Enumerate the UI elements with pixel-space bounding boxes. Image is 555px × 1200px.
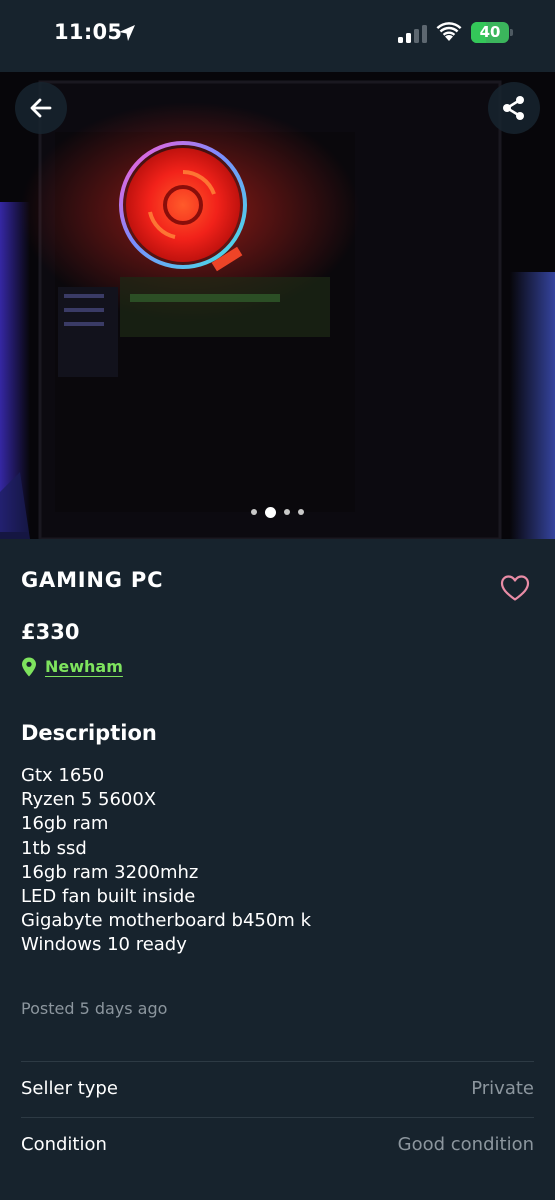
battery-cap (510, 29, 513, 36)
description-line: LED fan built inside (21, 886, 196, 908)
seller-type-label: Seller type (21, 1078, 118, 1099)
status-time: 11:05 (54, 20, 123, 44)
carousel-dot[interactable] (251, 509, 257, 515)
signal-icon (398, 25, 427, 43)
location-arrow-icon (119, 25, 135, 41)
description-line: 16gb ram (21, 813, 109, 835)
carousel-dot[interactable] (298, 509, 304, 515)
carousel-dots[interactable] (0, 506, 555, 518)
status-bar: 11:05 40 (0, 0, 555, 72)
condition-label: Condition (21, 1134, 107, 1155)
description-line: 16gb ram 3200mhz (21, 861, 199, 883)
description-heading: Description (21, 721, 157, 745)
battery-level: 40 (479, 23, 501, 41)
description-line: Windows 10 ready (21, 934, 187, 956)
description-text: Gtx 1650 Ryzen 5 5600X 16gb ram 1tb ssd … (21, 764, 311, 958)
share-icon (503, 96, 524, 120)
battery-body: 40 (471, 22, 509, 43)
seller-type-value: Private (471, 1078, 534, 1099)
carousel-dot[interactable] (284, 509, 290, 515)
seller-type-row: Seller type Private (21, 1078, 534, 1108)
battery-icon: 40 (471, 22, 513, 43)
location-link[interactable]: Newham (45, 657, 123, 676)
listing-title: GAMING PC (21, 568, 164, 592)
listing-photo (0, 72, 555, 539)
location-pin-icon (22, 657, 36, 677)
divider (21, 1061, 534, 1062)
description-line: Ryzen 5 5600X (21, 789, 157, 811)
description-line: Gigabyte motherboard b450m k (21, 910, 311, 932)
back-button[interactable] (15, 82, 67, 134)
description-line: Gtx 1650 (21, 765, 105, 786)
share-button[interactable] (488, 82, 540, 134)
condition-value: Good condition (397, 1134, 534, 1155)
carousel-dot[interactable] (265, 506, 276, 518)
favorite-heart-icon[interactable] (500, 574, 530, 602)
wifi-icon (436, 22, 462, 41)
divider (21, 1117, 534, 1118)
listing-price: £330 (21, 620, 80, 644)
posted-date: Posted 5 days ago (21, 999, 168, 1018)
condition-row: Condition Good condition (21, 1134, 534, 1164)
description-line: 1tb ssd (21, 837, 87, 859)
back-arrow-icon (30, 98, 52, 118)
listing-photo-carousel[interactable] (0, 72, 555, 539)
